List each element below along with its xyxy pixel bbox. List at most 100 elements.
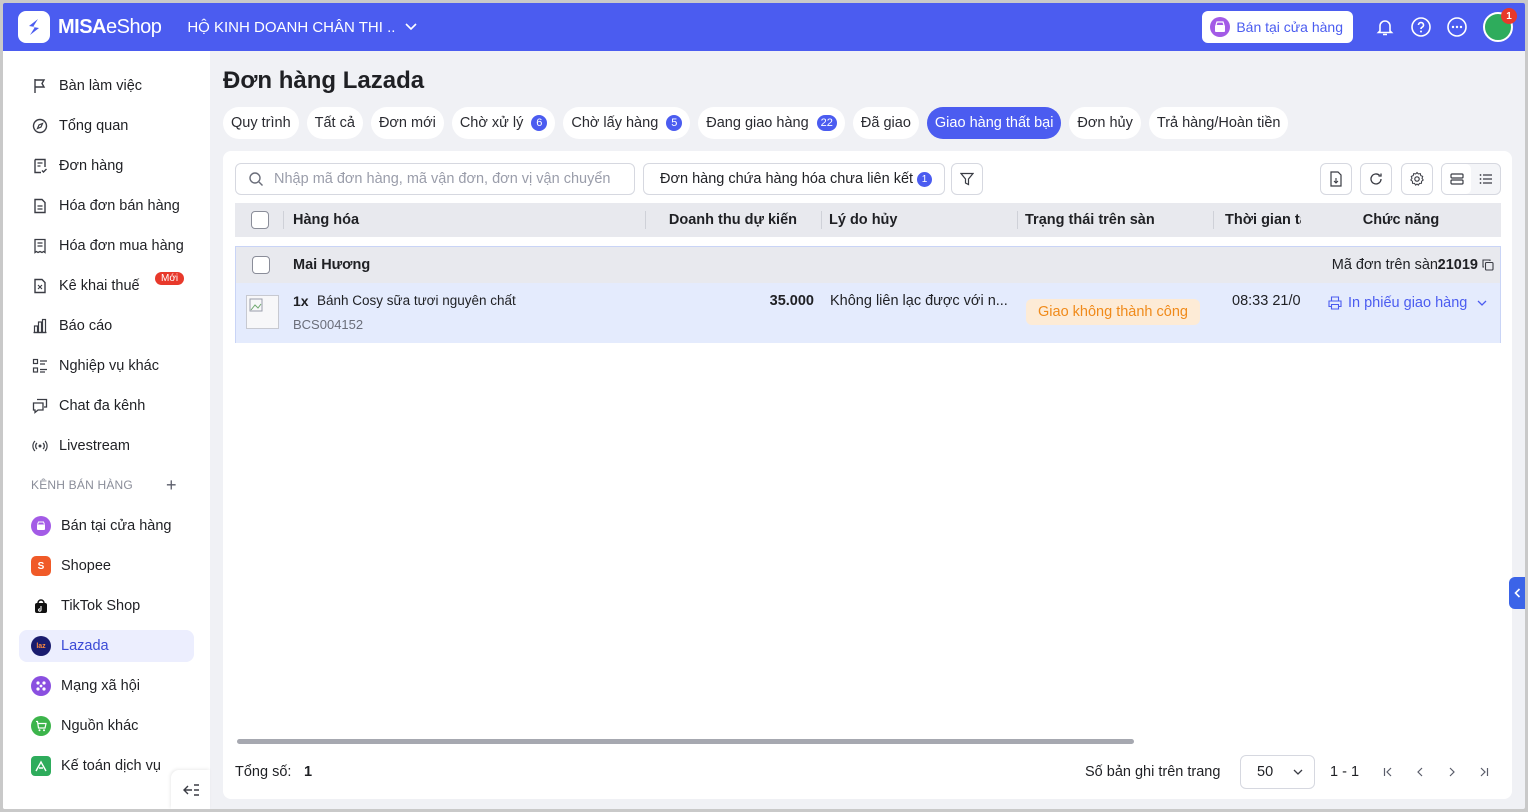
tab-count: 22 <box>816 115 837 131</box>
tab-new[interactable]: Đơn mới <box>370 107 444 139</box>
per-page-label: Số bản ghi trên trang <box>1085 764 1221 780</box>
sidebar-item-purchase-invoice[interactable]: Hóa đơn mua hàng <box>19 230 194 262</box>
column-header-revenue[interactable]: Doanh thu dự kiến <box>645 203 821 237</box>
unlinked-products-filter[interactable]: Đơn hàng chứa hàng hóa chưa liên kết 1 <box>643 163 946 195</box>
sidebar-item-reports[interactable]: Báo cáo <box>19 310 194 342</box>
logo-icon <box>18 11 50 43</box>
sidebar-channel-other[interactable]: Nguồn khác <box>19 710 194 742</box>
sidebar: Bàn làm việc Tổng quan Đơn hàng Hóa đơn … <box>3 51 210 809</box>
order-checkbox[interactable] <box>252 256 270 274</box>
order-code-label: Mã đơn trên sàn: <box>1331 257 1442 273</box>
new-badge: Mới <box>155 272 185 285</box>
sidebar-channel-lazada[interactable]: laz Lazada <box>19 630 194 662</box>
tab-delivered[interactable]: Đã giao <box>852 107 919 139</box>
sidebar-item-label: Shopee <box>61 558 111 574</box>
next-page-icon[interactable] <box>1439 755 1465 789</box>
logo[interactable]: MISAeShop <box>18 11 162 43</box>
avatar[interactable]: 1 <box>1483 8 1517 42</box>
column-header-platform-status[interactable]: Trạng thái trên sàn <box>1017 203 1213 237</box>
sidebar-item-label: Livestream <box>59 438 130 454</box>
product-name[interactable]: Bánh Cosy sữa tươi nguyên chất <box>317 293 516 308</box>
expected-revenue: 35.000 <box>769 293 814 309</box>
invoice-icon <box>31 197 49 215</box>
product-sku: BCS004152 <box>293 317 364 332</box>
previous-page-icon[interactable] <box>1407 755 1433 789</box>
more-icon[interactable] <box>1446 16 1468 38</box>
tiktok-shop-icon <box>31 596 51 616</box>
orders-card: Đơn hàng chứa hàng hóa chưa liên kết 1 H… <box>223 151 1512 799</box>
compass-icon <box>31 117 49 135</box>
store-icon <box>1210 17 1231 37</box>
sidebar-item-chat[interactable]: Chat đa kênh <box>19 390 194 422</box>
bell-icon[interactable] <box>1374 16 1396 38</box>
total-count: 1 <box>304 764 313 780</box>
last-page-icon[interactable] <box>1471 755 1497 789</box>
print-delivery-note-label: In phiếu giao hàng <box>1348 295 1468 311</box>
settings-button[interactable] <box>1401 163 1433 195</box>
view-toggle <box>1441 163 1501 195</box>
sidebar-channel-tiktok[interactable]: TikTok Shop <box>19 590 194 622</box>
logo-text: MISAeShop <box>58 15 162 38</box>
order-code: 21019 <box>1437 257 1478 273</box>
order-icon <box>31 157 49 175</box>
expand-panel-button[interactable] <box>1509 577 1525 609</box>
sidebar-item-desk[interactable]: Bàn làm việc <box>19 70 194 102</box>
column-header-cancel-reason[interactable]: Lý do hủy <box>821 203 1017 237</box>
tab-count: 5 <box>666 115 683 131</box>
column-header-product[interactable]: Hàng hóa <box>283 203 645 237</box>
sidebar-item-other-ops[interactable]: Nghiệp vụ khác <box>19 350 194 382</box>
add-channel-icon[interactable]: + <box>166 475 177 496</box>
copy-icon[interactable] <box>1482 258 1494 274</box>
list-view-icon[interactable] <box>1471 164 1500 194</box>
sidebar-item-tax[interactable]: Kê khai thuế Mới <box>19 270 194 302</box>
refresh-button[interactable] <box>1360 163 1392 195</box>
print-delivery-note-button[interactable]: In phiếu giao hàng <box>1328 295 1487 311</box>
help-icon[interactable] <box>1410 16 1432 38</box>
notification-badge: 1 <box>1501 8 1517 24</box>
sidebar-channel-social[interactable]: Mạng xã hội <box>19 670 194 702</box>
sales-channels-section-title: KÊNH BÁN HÀNG <box>31 478 133 492</box>
gear-icon <box>1410 171 1424 186</box>
tab-all[interactable]: Tất cả <box>306 107 363 139</box>
collapse-sidebar-button[interactable] <box>171 770 210 809</box>
pos-button[interactable]: Bán tại cửa hàng <box>1202 11 1353 43</box>
tab-awaiting-pickup[interactable]: Chờ lấy hàng 5 <box>563 107 691 139</box>
tab-failed-delivery[interactable]: Giao hàng thất bại <box>926 107 1062 139</box>
tax-icon <box>31 277 49 295</box>
tab-returns[interactable]: Trả hàng/Hoàn tiền <box>1148 107 1289 139</box>
per-page-value: 50 <box>1257 764 1274 780</box>
accounting-icon <box>31 756 51 776</box>
table-row[interactable]: 1x Bánh Cosy sữa tươi nguyên chất BCS004… <box>236 283 1500 343</box>
card-view-icon[interactable] <box>1442 164 1471 194</box>
app-window: MISAeShop HỘ KINH DOANH CHÂN THI .. Bán … <box>3 3 1525 809</box>
status-badge: Giao không thành công <box>1026 299 1200 325</box>
sidebar-item-sales-invoice[interactable]: Hóa đơn bán hàng <box>19 190 194 222</box>
table-header: Hàng hóa Doanh thu dự kiến Lý do hủy Trạ… <box>235 203 1501 237</box>
tab-pending[interactable]: Chờ xử lý 6 <box>451 107 556 139</box>
sidebar-channel-accounting[interactable]: Kế toán dịch vụ <box>19 750 194 782</box>
top-bar: MISAeShop HỘ KINH DOANH CHÂN THI .. Bán … <box>3 3 1525 51</box>
refresh-icon <box>1370 173 1382 185</box>
sidebar-item-label: Nghiệp vụ khác <box>59 358 159 374</box>
sidebar-item-livestream[interactable]: Livestream <box>19 430 194 462</box>
tab-shipping[interactable]: Đang giao hàng 22 <box>698 107 845 139</box>
tab-process[interactable]: Quy trình <box>223 107 299 139</box>
tab-cancelled[interactable]: Đơn hủy <box>1069 107 1141 139</box>
social-network-icon <box>31 676 51 696</box>
sidebar-item-orders[interactable]: Đơn hàng <box>19 150 194 182</box>
page-title: Đơn hàng Lazada <box>223 67 425 94</box>
first-page-icon[interactable] <box>1375 755 1401 789</box>
filter-button[interactable] <box>951 163 983 195</box>
select-all-checkbox[interactable] <box>251 203 269 237</box>
export-button[interactable] <box>1320 163 1352 195</box>
search-input[interactable] <box>274 171 614 187</box>
customer-name: Mai Hương <box>293 257 371 273</box>
horizontal-scrollbar[interactable] <box>237 739 1134 744</box>
chevron-left-icon <box>1513 588 1520 598</box>
column-header-created-time[interactable]: Thời gian tạ <box>1213 203 1301 237</box>
sidebar-item-overview[interactable]: Tổng quan <box>19 110 194 142</box>
sidebar-channel-shopee[interactable]: S Shopee <box>19 550 194 582</box>
per-page-select[interactable]: 50 <box>1240 755 1315 789</box>
store-selector[interactable]: HỘ KINH DOANH CHÂN THI .. <box>187 19 417 36</box>
sidebar-channel-pos[interactable]: Bán tại cửa hàng <box>19 510 194 542</box>
